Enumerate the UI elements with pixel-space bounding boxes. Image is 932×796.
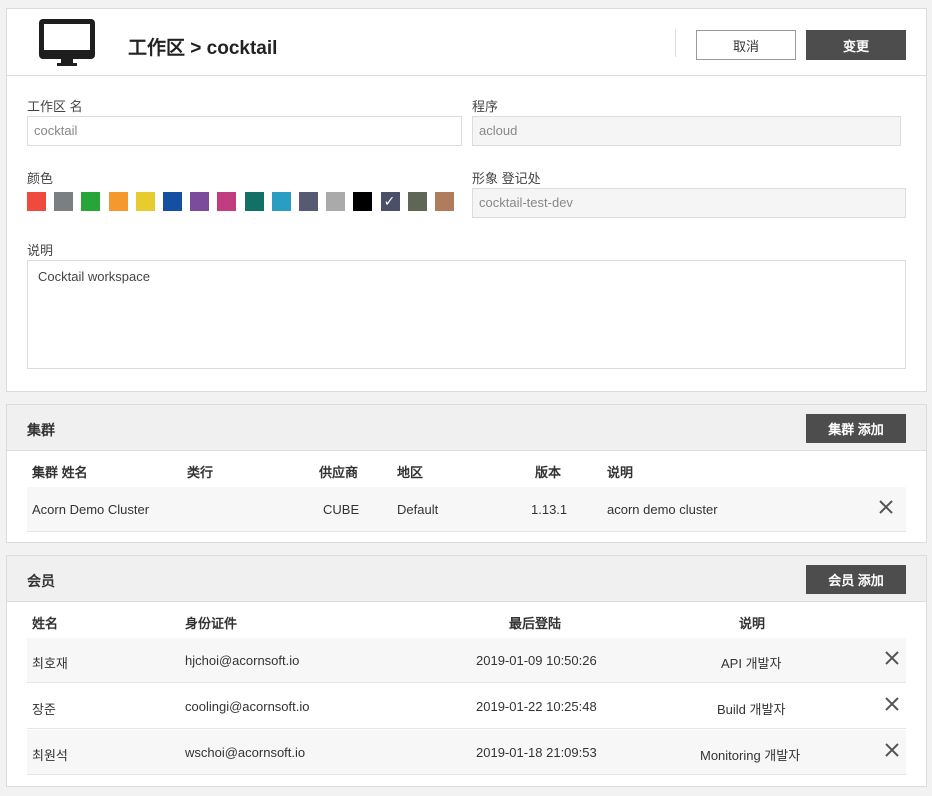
member-last-login: 2019-01-09 10:50:26 <box>476 653 597 668</box>
color-swatch[interactable] <box>299 192 318 211</box>
close-icon[interactable] <box>883 695 901 713</box>
member-id: coolingi@acornsoft.io <box>185 699 310 714</box>
column-header: 版本 <box>535 465 562 480</box>
table-row[interactable]: Acorn Demo Cluster CUBE Default 1.13.1 a… <box>27 487 906 532</box>
column-header: 集群 姓名 <box>32 465 88 480</box>
members-header: 会员 会员 添加 <box>7 556 926 602</box>
clusters-panel: 集群 集群 添加 集群 姓名 类行 供应商 地区 版本 说明 Acorn Dem… <box>6 404 927 543</box>
color-swatch[interactable] <box>435 192 454 211</box>
program-label: 程序 <box>472 99 499 114</box>
member-last-login: 2019-01-18 21:09:53 <box>476 745 597 760</box>
cluster-region: Default <box>397 502 439 517</box>
member-last-login: 2019-01-22 10:25:48 <box>476 699 597 714</box>
divider <box>675 29 676 57</box>
members-title: 会员 <box>27 573 55 589</box>
registry-input: cocktail-test-dev <box>472 188 906 218</box>
cancel-button[interactable]: 取消 <box>696 30 796 60</box>
color-swatch[interactable] <box>27 192 46 211</box>
change-button[interactable]: 变更 <box>806 30 906 60</box>
color-swatch[interactable] <box>271 192 291 211</box>
color-swatch[interactable] <box>190 192 210 211</box>
member-description: Build 개발자 <box>717 702 786 717</box>
workspace-header: 工作区 > cocktail 取消 变更 <box>7 9 926 76</box>
table-row[interactable]: 최원석 wschoi@acornsoft.io 2019-01-18 21:09… <box>27 730 906 775</box>
cluster-provider: CUBE <box>323 502 360 517</box>
page-title: 工作区 > cocktail <box>128 38 278 59</box>
column-header: 类行 <box>187 465 214 480</box>
column-header: 供应商 <box>319 465 359 480</box>
color-swatch[interactable] <box>163 192 182 211</box>
column-header: 说明 <box>607 465 634 480</box>
description-label: 说明 <box>27 243 54 258</box>
members-panel: 会员 会员 添加 姓名 身份证件 最后登陆 说明 최호재 hjchoi@acor… <box>6 555 927 787</box>
member-description: Monitoring 개발자 <box>700 748 801 763</box>
color-swatch[interactable] <box>244 192 264 211</box>
color-swatch[interactable] <box>135 192 155 211</box>
program-input: acloud <box>472 116 901 146</box>
add-cluster-button[interactable]: 集群 添加 <box>806 414 906 443</box>
close-icon[interactable] <box>877 498 895 516</box>
clusters-header: 集群 集群 添加 <box>7 405 926 451</box>
color-swatch[interactable] <box>54 192 74 211</box>
member-name: 최호재 <box>32 656 68 671</box>
color-swatch[interactable] <box>407 192 427 211</box>
cluster-description: acorn demo cluster <box>607 502 718 517</box>
member-id: wschoi@acornsoft.io <box>185 745 306 760</box>
close-icon[interactable] <box>883 741 901 759</box>
member-id: hjchoi@acornsoft.io <box>185 653 300 668</box>
color-swatch[interactable] <box>81 192 101 211</box>
column-header: 最后登陆 <box>509 616 562 631</box>
color-swatch[interactable] <box>326 192 346 211</box>
workspace-panel: 工作区 > cocktail 取消 变更 工作区 名 cocktail 程序 a… <box>6 8 927 392</box>
description-textarea[interactable]: Cocktail workspace <box>27 260 906 369</box>
member-name: 장준 <box>32 702 56 717</box>
table-row[interactable]: 장준 coolingi@acornsoft.io 2019-01-22 10:2… <box>27 684 906 729</box>
color-swatch[interactable]: ✓ <box>380 192 400 211</box>
color-swatch[interactable] <box>108 192 128 211</box>
member-description: API 개발자 <box>721 656 782 671</box>
column-header: 说明 <box>739 616 766 631</box>
column-header: 身份证件 <box>185 616 238 631</box>
clusters-title: 集群 <box>27 422 55 438</box>
close-icon[interactable] <box>883 649 901 667</box>
color-label: 颜色 <box>27 171 54 186</box>
column-header: 地区 <box>397 465 424 480</box>
add-member-button[interactable]: 会员 添加 <box>806 565 906 594</box>
cluster-name: Acorn Demo Cluster <box>32 502 150 517</box>
registry-label: 形象 登记处 <box>472 171 541 186</box>
table-row[interactable]: 최호재 hjchoi@acornsoft.io 2019-01-09 10:50… <box>27 638 906 683</box>
workspace-name-input[interactable]: cocktail <box>27 116 462 146</box>
member-name: 최원석 <box>32 748 68 763</box>
cluster-version: 1.13.1 <box>531 502 568 517</box>
monitor-icon <box>39 19 95 66</box>
color-swatch[interactable] <box>217 192 237 211</box>
check-icon: ✓ <box>383 193 396 209</box>
workspace-name-label: 工作区 名 <box>27 99 83 114</box>
column-header: 姓名 <box>32 616 59 631</box>
color-swatch[interactable] <box>353 192 373 211</box>
